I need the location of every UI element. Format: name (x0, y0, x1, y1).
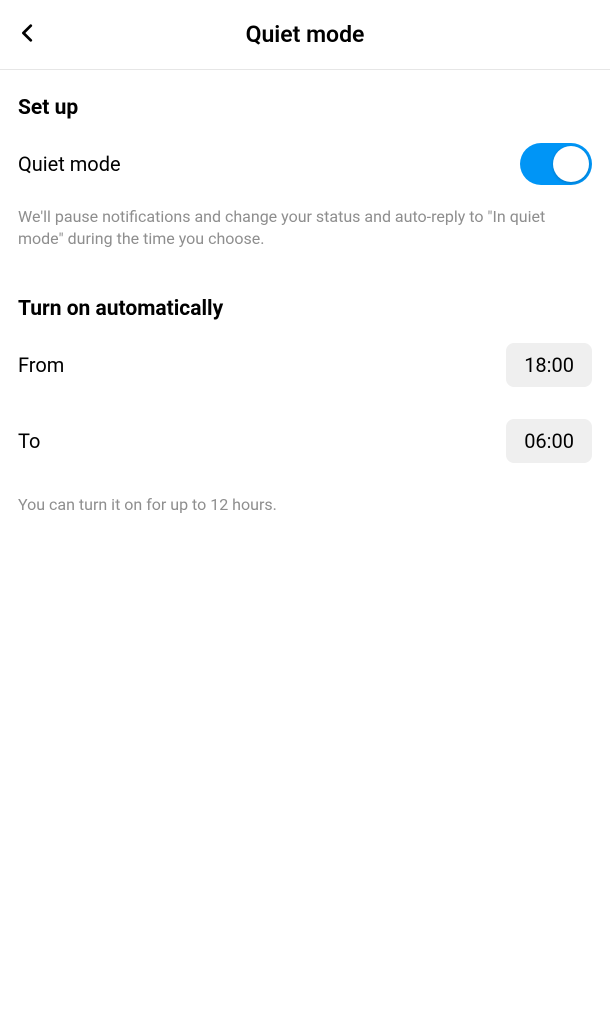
header: Quiet mode (0, 0, 610, 70)
toggle-knob (553, 146, 589, 182)
from-row: From 18:00 (18, 333, 592, 397)
section-auto-title: Turn on automatically (18, 297, 592, 321)
quiet-mode-row: Quiet mode (18, 132, 592, 196)
quiet-mode-toggle[interactable] (520, 143, 592, 185)
content: Set up Quiet mode We'll pause notificati… (0, 96, 610, 514)
quiet-mode-label: Quiet mode (18, 152, 121, 176)
to-time-picker[interactable]: 06:00 (506, 419, 592, 463)
to-row: To 06:00 (18, 409, 592, 473)
section-setup-title: Set up (18, 96, 592, 120)
chevron-left-icon (17, 22, 39, 48)
page-title: Quiet mode (0, 21, 610, 48)
from-time-picker[interactable]: 18:00 (506, 343, 592, 387)
back-button[interactable] (12, 19, 44, 51)
to-label: To (18, 429, 40, 453)
duration-note: You can turn it on for up to 12 hours. (18, 495, 592, 514)
from-label: From (18, 353, 64, 377)
quiet-mode-description: We'll pause notifications and change you… (18, 206, 592, 249)
